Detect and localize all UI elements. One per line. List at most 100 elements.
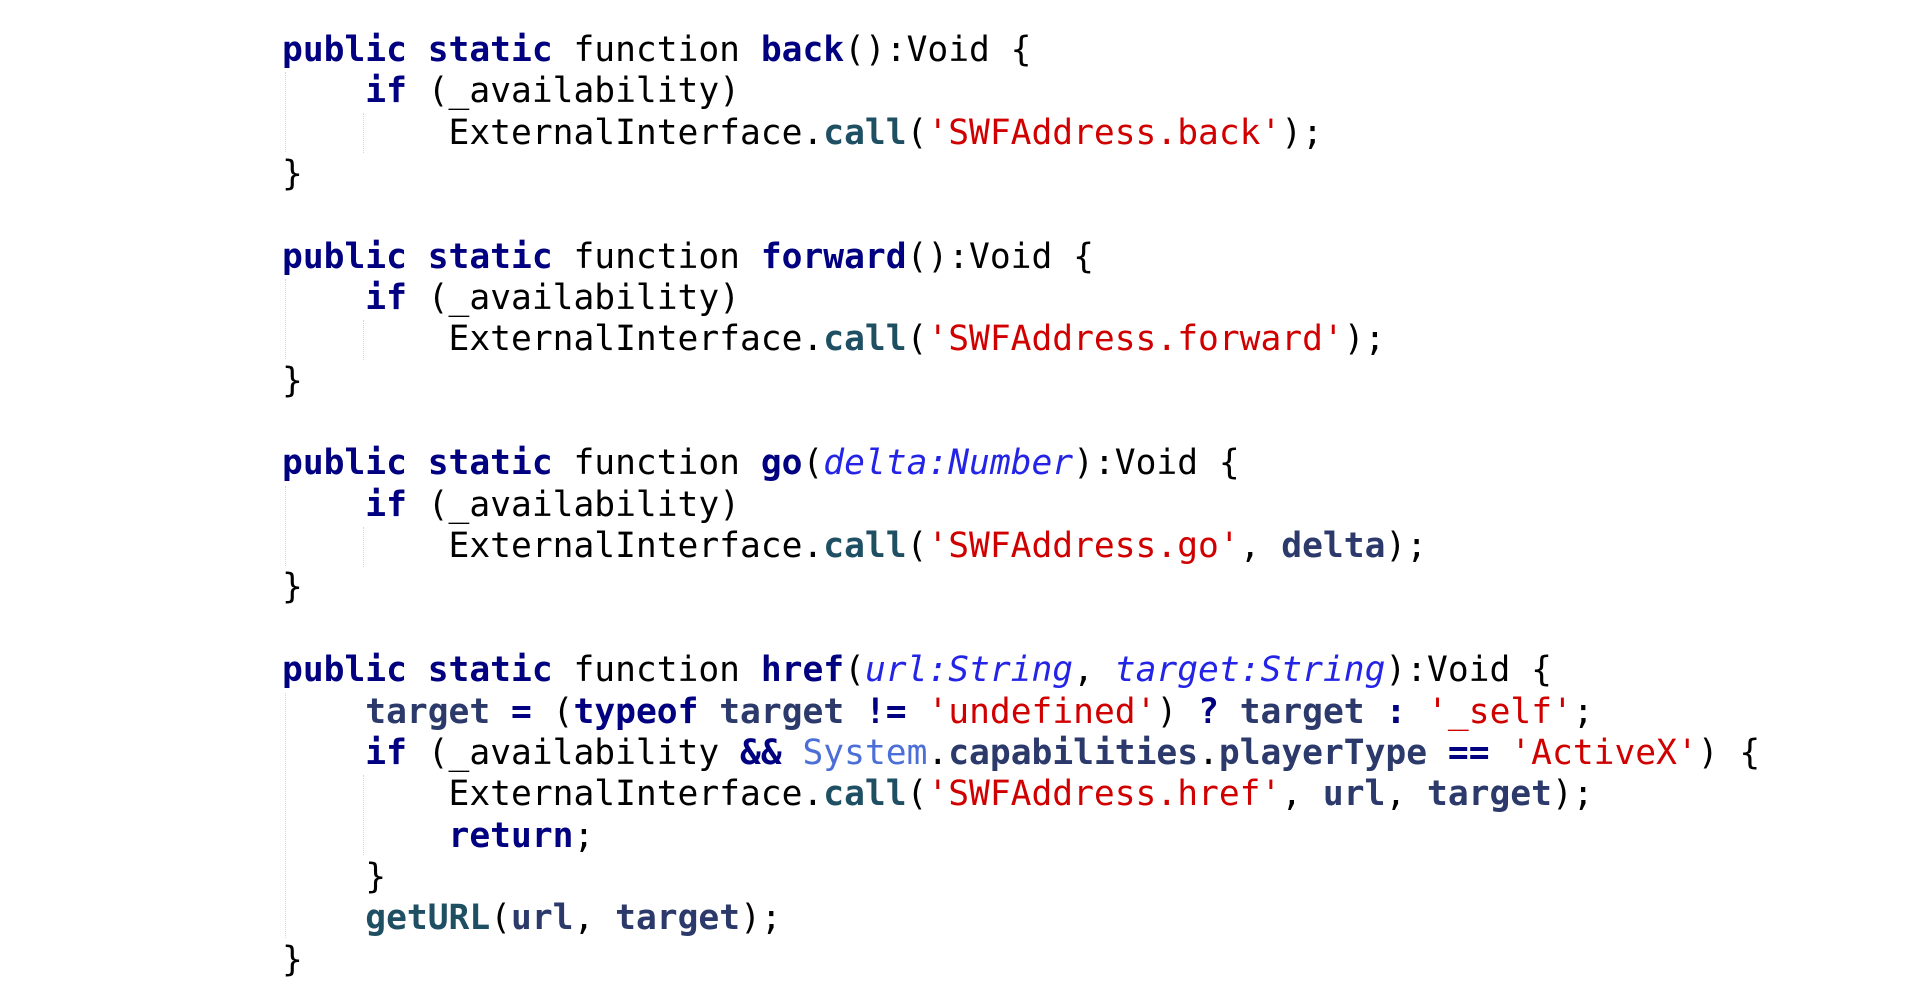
code-token-plain: ;: [573, 815, 595, 856]
code-token-var: delta: [1281, 526, 1386, 567]
code-line[interactable]: ​: [282, 195, 1760, 236]
code-token-op: &&: [740, 732, 803, 773]
code-token-op: :: [1364, 691, 1428, 732]
code-line[interactable]: getURL(url, target);: [282, 898, 1760, 939]
code-line[interactable]: }: [282, 940, 1760, 981]
code-token-plain: (: [906, 112, 928, 153]
code-token-var: target: [1239, 691, 1365, 732]
code-token-plain: .: [927, 732, 949, 773]
code-token-str: 'SWFAddress.href': [927, 774, 1282, 815]
code-token-plain: ,: [1073, 650, 1115, 691]
code-line[interactable]: return;: [282, 816, 1760, 857]
code-token-call: call: [823, 526, 907, 567]
code-line[interactable]: ​: [282, 402, 1760, 443]
code-token-plain: }: [282, 154, 303, 195]
code-line[interactable]: }: [282, 857, 1760, 898]
code-editor[interactable]: public static function back():Void { if …: [0, 0, 1920, 1005]
code-token-plain: function: [573, 236, 761, 277]
code-line[interactable]: public static function href(url:String, …: [282, 650, 1760, 691]
code-token-plain: );: [1385, 526, 1428, 567]
code-token-plain: (: [844, 650, 865, 691]
code-line[interactable]: if (_availability): [282, 485, 1760, 526]
code-token-plain: );: [1343, 319, 1386, 360]
code-token-plain: ExternalInterface.: [282, 774, 824, 815]
code-token-fn: go: [760, 443, 803, 484]
code-token-kw: typeof: [573, 691, 720, 732]
code-token-var: target: [1427, 774, 1552, 815]
code-token-param: target:String: [1114, 650, 1386, 691]
code-token-plain: (_availability): [406, 278, 741, 319]
code-line[interactable]: public static function go(delta:Number):…: [282, 443, 1760, 484]
code-line[interactable]: if (_availability && System.capabilities…: [282, 733, 1760, 774]
code-token-plain: (: [906, 526, 928, 567]
code-token-var: url: [511, 898, 574, 939]
code-token-plain: ():Void {: [906, 236, 1094, 277]
code-token-kw: if: [365, 484, 407, 525]
code-token-kw: public static: [282, 443, 574, 484]
code-token-var: capabilities: [948, 732, 1199, 773]
code-token-var: target: [615, 898, 741, 939]
code-area[interactable]: public static function back():Void { if …: [282, 30, 1760, 981]
code-token-plain: ExternalInterface.: [282, 526, 824, 567]
code-line[interactable]: ExternalInterface.call('SWFAddress.back'…: [282, 113, 1760, 154]
code-line[interactable]: ​: [282, 609, 1760, 650]
code-token-var: playerType: [1218, 732, 1428, 773]
code-token-str: 'SWFAddress.back': [927, 112, 1282, 153]
code-token-plain: ) {: [1697, 732, 1761, 773]
code-token-plain: (_availability): [406, 71, 741, 112]
code-token-plain: );: [740, 898, 782, 939]
code-token-str: 'undefined': [927, 691, 1157, 732]
code-token-kw: public static: [282, 650, 574, 691]
code-token-fn: back: [760, 30, 845, 70]
code-token-str: '_self': [1427, 691, 1573, 732]
code-line[interactable]: }: [282, 567, 1760, 608]
code-token-op: ?: [1198, 691, 1240, 732]
code-token-plain: ): [1156, 691, 1199, 732]
code-token-plain: }: [282, 939, 303, 980]
code-line[interactable]: }: [282, 361, 1760, 402]
code-token-plain: }: [282, 360, 303, 401]
code-line[interactable]: if (_availability): [282, 278, 1760, 319]
code-line[interactable]: public static function back():Void {: [282, 30, 1760, 71]
code-token-call: call: [823, 774, 907, 815]
code-token-plain: (: [552, 691, 574, 732]
code-token-plain: ):Void {: [1385, 650, 1552, 691]
code-token-plain: ExternalInterface.: [282, 112, 824, 153]
code-token-plain: (: [906, 319, 928, 360]
code-token-plain: );: [1281, 112, 1323, 153]
code-token-plain: function: [573, 650, 761, 691]
code-token-str: 'SWFAddress.forward': [927, 319, 1344, 360]
code-token-plain: );: [1551, 774, 1594, 815]
code-line[interactable]: ExternalInterface.call('SWFAddress.go', …: [282, 526, 1760, 567]
code-token-plain: (: [906, 774, 928, 815]
code-line[interactable]: public static function forward():Void {: [282, 237, 1760, 278]
code-token-param: delta:Number: [823, 443, 1074, 484]
code-line[interactable]: ExternalInterface.call('SWFAddress.href'…: [282, 774, 1760, 815]
code-line[interactable]: if (_availability): [282, 71, 1760, 112]
code-token-plain: function: [573, 30, 761, 70]
code-token-plain: ,: [573, 898, 616, 939]
code-token-plain: ():Void {: [844, 30, 1032, 70]
code-line[interactable]: target = (typeof target != 'undefined') …: [282, 692, 1760, 733]
code-token-plain: ,: [1385, 774, 1428, 815]
code-token-plain: ;: [1572, 691, 1594, 732]
code-token-op: =: [490, 691, 553, 732]
code-token-str: 'ActiveX': [1510, 732, 1698, 773]
code-token-str: 'SWFAddress.go': [927, 526, 1240, 567]
code-token-fn: forward: [760, 236, 907, 277]
code-line[interactable]: ExternalInterface.call('SWFAddress.forwa…: [282, 319, 1760, 360]
code-line[interactable]: }: [282, 154, 1760, 195]
code-token-plain: function: [573, 443, 761, 484]
code-token-kw: if: [365, 732, 407, 773]
code-token-plain: ExternalInterface.: [282, 319, 824, 360]
code-token-op: ==: [1427, 732, 1511, 773]
code-token-kw: return: [448, 815, 574, 856]
code-token-call: call: [823, 112, 907, 153]
code-token-class: System: [802, 732, 928, 773]
code-token-var: target: [719, 691, 845, 732]
